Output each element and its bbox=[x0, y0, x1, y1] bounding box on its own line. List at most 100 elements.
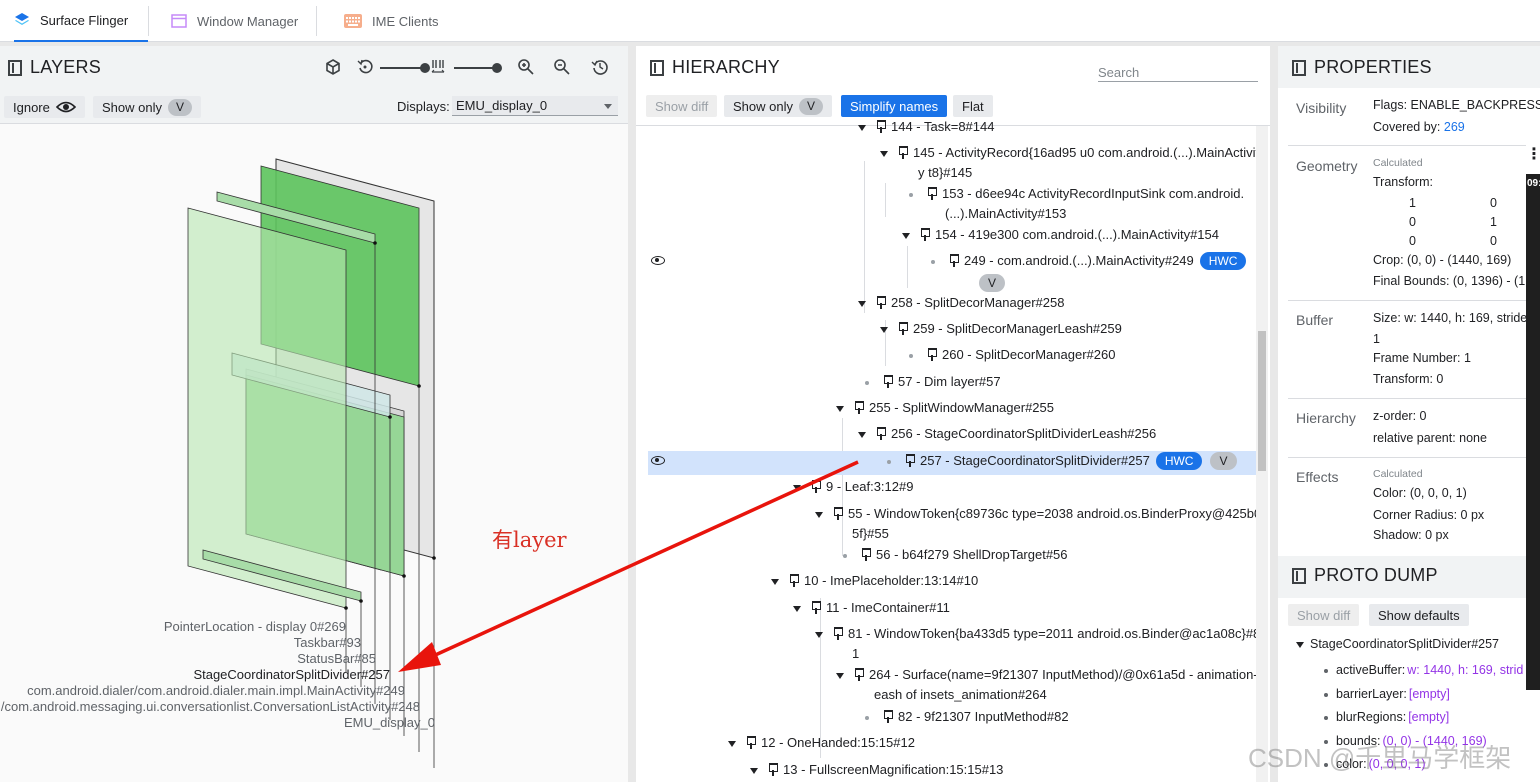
tree-node[interactable]: 13 - FullscreenMagnification:15:15#13 bbox=[750, 759, 1003, 780]
pin-icon[interactable] bbox=[811, 480, 821, 493]
pin-icon[interactable] bbox=[768, 763, 778, 776]
tree-node[interactable]: 154 - 419e300 com.android.(...).MainActi… bbox=[902, 224, 1219, 245]
pin-icon[interactable] bbox=[927, 348, 937, 361]
zoom-out-icon[interactable] bbox=[552, 58, 572, 78]
pin-icon[interactable] bbox=[876, 296, 886, 309]
chevron-down-icon[interactable] bbox=[836, 405, 844, 412]
eye-icon[interactable] bbox=[651, 256, 665, 265]
tree-node[interactable]: 260 - SplitDecorManager#260 bbox=[909, 344, 1115, 365]
pin-icon[interactable] bbox=[949, 254, 959, 267]
chevron-down-icon[interactable] bbox=[793, 605, 801, 612]
ignore-chip[interactable]: Ignore bbox=[4, 96, 85, 118]
panel-divider[interactable] bbox=[628, 46, 636, 782]
tab-surface-flinger[interactable]: Surface Flinger bbox=[14, 0, 148, 42]
tree-node[interactable]: 81 - WindowToken{ba433d5 type=2011 andro… bbox=[815, 623, 1260, 644]
layer-label-selected[interactable]: StageCoordinatorSplitDivider#257 bbox=[193, 667, 390, 682]
pin-icon[interactable] bbox=[811, 601, 821, 614]
chevron-down-icon[interactable] bbox=[815, 511, 823, 518]
tree-node[interactable]: 9 - Leaf:3:12#9 bbox=[793, 476, 913, 497]
chevron-down-icon[interactable] bbox=[858, 300, 866, 307]
flat-toggle[interactable]: Flat bbox=[953, 95, 993, 117]
reset-history-icon[interactable] bbox=[590, 58, 610, 78]
layer-label[interactable]: StatusBar#85 bbox=[297, 651, 376, 666]
pin-icon[interactable] bbox=[927, 187, 937, 200]
pin-icon[interactable] bbox=[883, 375, 893, 388]
more-options-icon[interactable]: ⋮ bbox=[1526, 140, 1540, 174]
tree-node[interactable]: 11 - ImeContainer#11 bbox=[793, 597, 950, 618]
layer-label[interactable]: g/com.android.messaging.ui.conversationl… bbox=[0, 699, 420, 714]
pin-icon[interactable] bbox=[876, 120, 886, 133]
chevron-down-icon[interactable] bbox=[1296, 641, 1304, 648]
pin-icon[interactable] bbox=[833, 507, 843, 520]
pin-icon[interactable] bbox=[883, 710, 893, 723]
pin-icon[interactable] bbox=[746, 736, 756, 749]
pin-icon[interactable] bbox=[861, 548, 871, 561]
search-input[interactable]: Search bbox=[1098, 60, 1258, 82]
chevron-down-icon[interactable] bbox=[815, 631, 823, 638]
chevron-down-icon[interactable] bbox=[858, 431, 866, 438]
hierarchy-scroll-thumb[interactable] bbox=[1258, 331, 1266, 471]
tree-node[interactable]: 145 - ActivityRecord{16ad95 u0 com.andro… bbox=[880, 142, 1259, 163]
pin-icon[interactable] bbox=[920, 228, 930, 241]
tree-node[interactable]: 82 - 9f21307 InputMethod#82 bbox=[865, 706, 1069, 727]
chevron-down-icon[interactable] bbox=[750, 767, 758, 774]
sidebar-toggle-icon[interactable] bbox=[1292, 567, 1306, 584]
chevron-down-icon[interactable] bbox=[880, 326, 888, 333]
tree-node[interactable]: 256 - StageCoordinatorSplitDividerLeash#… bbox=[858, 423, 1156, 444]
pin-icon[interactable] bbox=[854, 668, 864, 681]
tree-node[interactable]: 10 - ImePlaceholder:13:14#10 bbox=[771, 570, 978, 591]
layer-label[interactable]: com.android.dialer/com.android.dialer.ma… bbox=[27, 683, 405, 698]
show-only-chip[interactable]: Show only V bbox=[93, 96, 201, 118]
tree-node[interactable]: 56 - b64f279 ShellDropTarget#56 bbox=[843, 544, 1068, 565]
pin-icon[interactable] bbox=[876, 427, 886, 440]
rotate-icon[interactable] bbox=[355, 58, 375, 78]
pin-icon[interactable] bbox=[789, 574, 799, 587]
proto-entry[interactable]: activeBuffer: w: 1440, h: 169, strid bbox=[1324, 663, 1523, 677]
pin-icon[interactable] bbox=[898, 146, 908, 159]
chevron-down-icon[interactable] bbox=[858, 124, 866, 131]
eye-icon[interactable] bbox=[651, 456, 665, 465]
tree-node[interactable]: 12 - OneHanded:15:15#12 bbox=[728, 732, 915, 753]
pin-icon[interactable] bbox=[898, 322, 908, 335]
layer-label[interactable]: EMU_display_0 bbox=[344, 715, 435, 730]
chevron-down-icon[interactable] bbox=[880, 150, 888, 157]
pin-icon[interactable] bbox=[854, 401, 864, 414]
tree-node[interactable]: 258 - SplitDecorManager#258 bbox=[858, 292, 1064, 313]
proto-entry[interactable]: blurRegions: [empty] bbox=[1324, 710, 1449, 724]
show-only-chip[interactable]: Show only V bbox=[724, 95, 832, 117]
chevron-down-icon[interactable] bbox=[771, 578, 779, 585]
tree-node-selected[interactable]: 257 - StageCoordinatorSplitDivider#257 HW… bbox=[887, 450, 1237, 471]
tab-ime-clients[interactable]: IME Clients bbox=[344, 0, 438, 42]
tree-node[interactable]: 264 - Surface(name=9f21307 InputMethod)/… bbox=[836, 664, 1261, 685]
show-defaults-button[interactable]: Show defaults bbox=[1369, 604, 1469, 626]
spacing-slider-handle[interactable] bbox=[492, 63, 502, 73]
tree-node[interactable]: 259 - SplitDecorManagerLeash#259 bbox=[880, 318, 1122, 339]
tree-node[interactable]: 249 - com.android.(...).MainActivity#249… bbox=[931, 250, 1247, 271]
tree-node[interactable]: 144 - Task=8#144 bbox=[858, 116, 994, 137]
simplify-names-toggle[interactable]: Simplify names bbox=[841, 95, 948, 117]
layer-label[interactable]: PointerLocation - display 0#269 bbox=[164, 619, 346, 634]
chevron-down-icon[interactable] bbox=[793, 484, 801, 491]
panel-divider[interactable] bbox=[1270, 46, 1278, 782]
pin-icon[interactable] bbox=[905, 454, 915, 467]
tree-node[interactable]: 255 - SplitWindowManager#255 bbox=[836, 397, 1054, 418]
proto-entry[interactable]: barrierLayer: [empty] bbox=[1324, 687, 1450, 701]
pin-icon[interactable] bbox=[833, 627, 843, 640]
3d-view-icon[interactable] bbox=[323, 58, 343, 78]
proto-root-node[interactable]: StageCoordinatorSplitDivider#257 bbox=[1296, 637, 1499, 651]
tree-node[interactable]: 153 - d6ee94c ActivityRecordInputSink co… bbox=[909, 183, 1244, 204]
sidebar-toggle-icon[interactable] bbox=[650, 59, 664, 76]
show-diff-button[interactable]: Show diff bbox=[1288, 604, 1360, 626]
rotation-slider[interactable] bbox=[380, 67, 425, 69]
display-select[interactable]: EMU_display_0 bbox=[452, 96, 618, 116]
covered-by-link[interactable]: 269 bbox=[1444, 120, 1465, 134]
tree-node[interactable]: 57 - Dim layer#57 bbox=[865, 371, 1001, 392]
tab-window-manager[interactable]: Window Manager bbox=[171, 0, 298, 42]
tree-node[interactable]: 55 - WindowToken{c89736c type=2038 andro… bbox=[815, 503, 1261, 524]
sidebar-toggle-icon[interactable] bbox=[8, 59, 22, 76]
chevron-down-icon[interactable] bbox=[836, 672, 844, 679]
zoom-in-icon[interactable] bbox=[516, 58, 536, 78]
layer-pointer-location[interactable] bbox=[187, 207, 347, 609]
sidebar-toggle-icon[interactable] bbox=[1292, 59, 1306, 76]
chevron-down-icon[interactable] bbox=[902, 232, 910, 239]
